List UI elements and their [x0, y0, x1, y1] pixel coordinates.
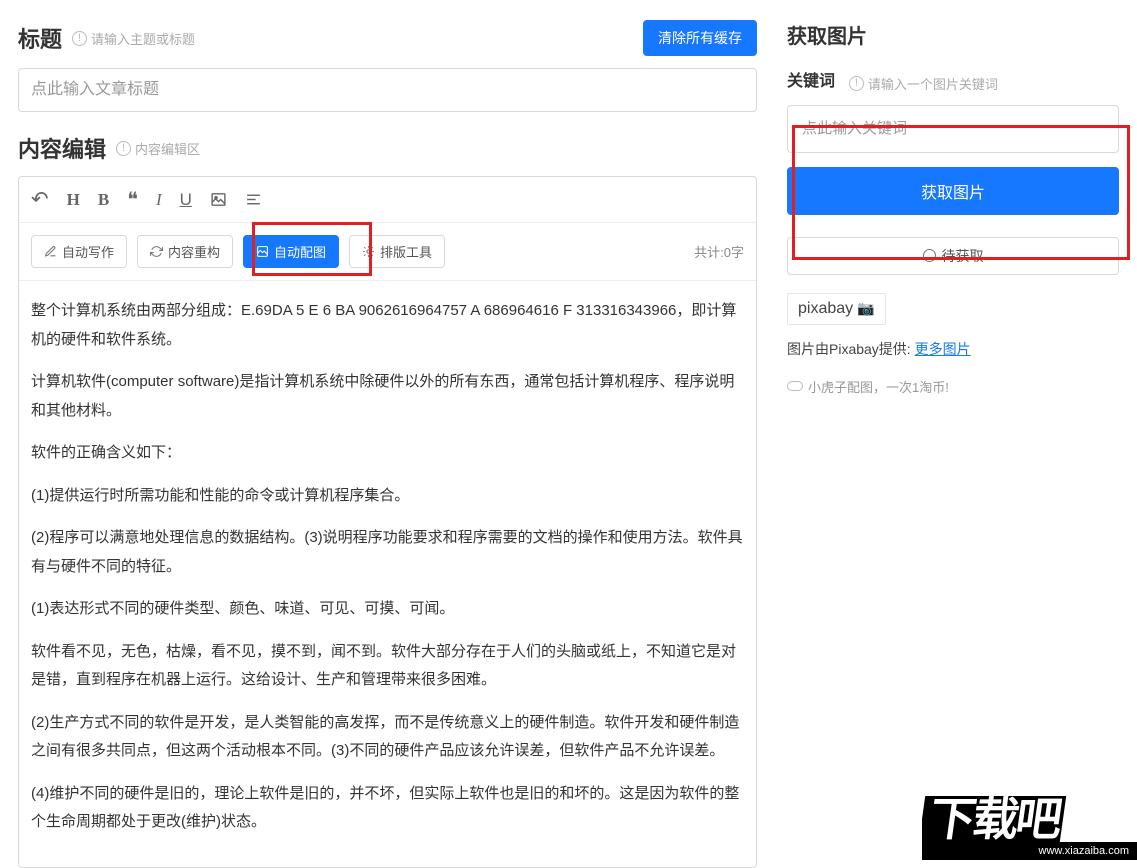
content-hint: ! 内容编辑区 — [116, 139, 200, 158]
paragraph: (1)提供运行时所需功能和性能的命令或计算机程序集合。 — [31, 482, 744, 511]
word-count: 共计:0字 — [694, 242, 744, 261]
pending-status: 待获取 — [787, 237, 1119, 275]
keyword-hint: ! 请输入一个图片关键词 — [849, 74, 998, 93]
info-icon: ! — [116, 141, 131, 156]
article-title-input[interactable] — [18, 68, 757, 112]
content-label: 内容编辑 — [18, 132, 106, 164]
paragraph: (4)维护不同的硬件是旧的，理论上软件是旧的，并不坏，但实际上软件也是旧的和坏的… — [31, 780, 744, 837]
paragraph: 软件的正确含义如下： — [31, 439, 744, 468]
align-icon[interactable] — [245, 191, 262, 208]
keyword-row: 关键词 ! 请输入一个图片关键词 — [787, 67, 1119, 93]
content-edit-header: 内容编辑 ! 内容编辑区 — [18, 132, 757, 164]
editor-container: ↶ H B ❝ I U 自动写作 内 — [18, 176, 757, 868]
title-label: 标题 — [18, 22, 62, 54]
underline-icon[interactable]: U — [180, 190, 192, 210]
action-row: 自动写作 内容重构 自动配图 排版工具 共计:0字 — [19, 223, 756, 281]
paragraph: 整个计算机系统由两部分组成：E.69DA 5 E 6 BA 9062616964… — [31, 297, 744, 354]
paragraph: (1)表达形式不同的硬件类型、颜色、味道、可见、可摸、可闻。 — [31, 595, 744, 624]
fetch-image-title: 获取图片 — [787, 20, 867, 49]
auto-image-button[interactable]: 自动配图 — [243, 235, 339, 268]
title-hint: ! 请输入主题或标题 — [72, 29, 195, 48]
rebuild-button[interactable]: 内容重构 — [137, 235, 233, 268]
pixabay-logo: pixabay 📷 — [787, 293, 886, 325]
fetch-image-button[interactable]: 获取图片 — [787, 167, 1119, 215]
heading-icon[interactable]: H — [67, 190, 80, 210]
image-insert-icon[interactable] — [210, 191, 227, 208]
layout-tool-button[interactable]: 排版工具 — [349, 235, 445, 268]
paragraph: (2)生产方式不同的软件是开发，是人类智能的高发挥，而不是传统意义上的硬件制造。… — [31, 709, 744, 766]
title-header: 标题 ! 请输入主题或标题 清除所有缓存 — [18, 20, 757, 56]
clear-cache-button[interactable]: 清除所有缓存 — [643, 20, 757, 56]
taobao-note: 小虎子配图，一次1淘币! — [787, 377, 1119, 396]
circle-icon — [923, 249, 936, 262]
keyword-label: 关键词 — [787, 73, 835, 90]
paragraph: 软件看不见，无色，枯燥，看不见，摸不到，闻不到。软件大部分存在于人们的头脑或纸上… — [31, 638, 744, 695]
editor-content[interactable]: 整个计算机系统由两部分组成：E.69DA 5 E 6 BA 9062616964… — [19, 281, 756, 867]
image-credit: 图片由Pixabay提供: 更多图片 — [787, 339, 1119, 359]
more-images-link[interactable]: 更多图片 — [915, 341, 971, 357]
paragraph: 计算机软件(computer software)是指计算机系统中除硬件以外的所有… — [31, 368, 744, 425]
info-icon: ! — [849, 76, 864, 91]
bold-icon[interactable]: B — [98, 190, 109, 210]
italic-icon[interactable]: I — [156, 190, 162, 210]
undo-icon[interactable]: ↶ — [31, 187, 49, 212]
fetch-image-header: 获取图片 — [787, 20, 1119, 49]
auto-write-button[interactable]: 自动写作 — [31, 235, 127, 268]
editor-toolbar: ↶ H B ❝ I U — [19, 177, 756, 223]
keyword-input[interactable] — [787, 105, 1119, 153]
cloud-icon — [787, 381, 803, 391]
quote-icon[interactable]: ❝ — [127, 187, 138, 212]
info-icon: ! — [72, 31, 87, 46]
paragraph: (2)程序可以满意地处理信息的数据结构。(3)说明程序功能要求和程序需要的文档的… — [31, 524, 744, 581]
camera-icon: 📷 — [857, 300, 874, 317]
